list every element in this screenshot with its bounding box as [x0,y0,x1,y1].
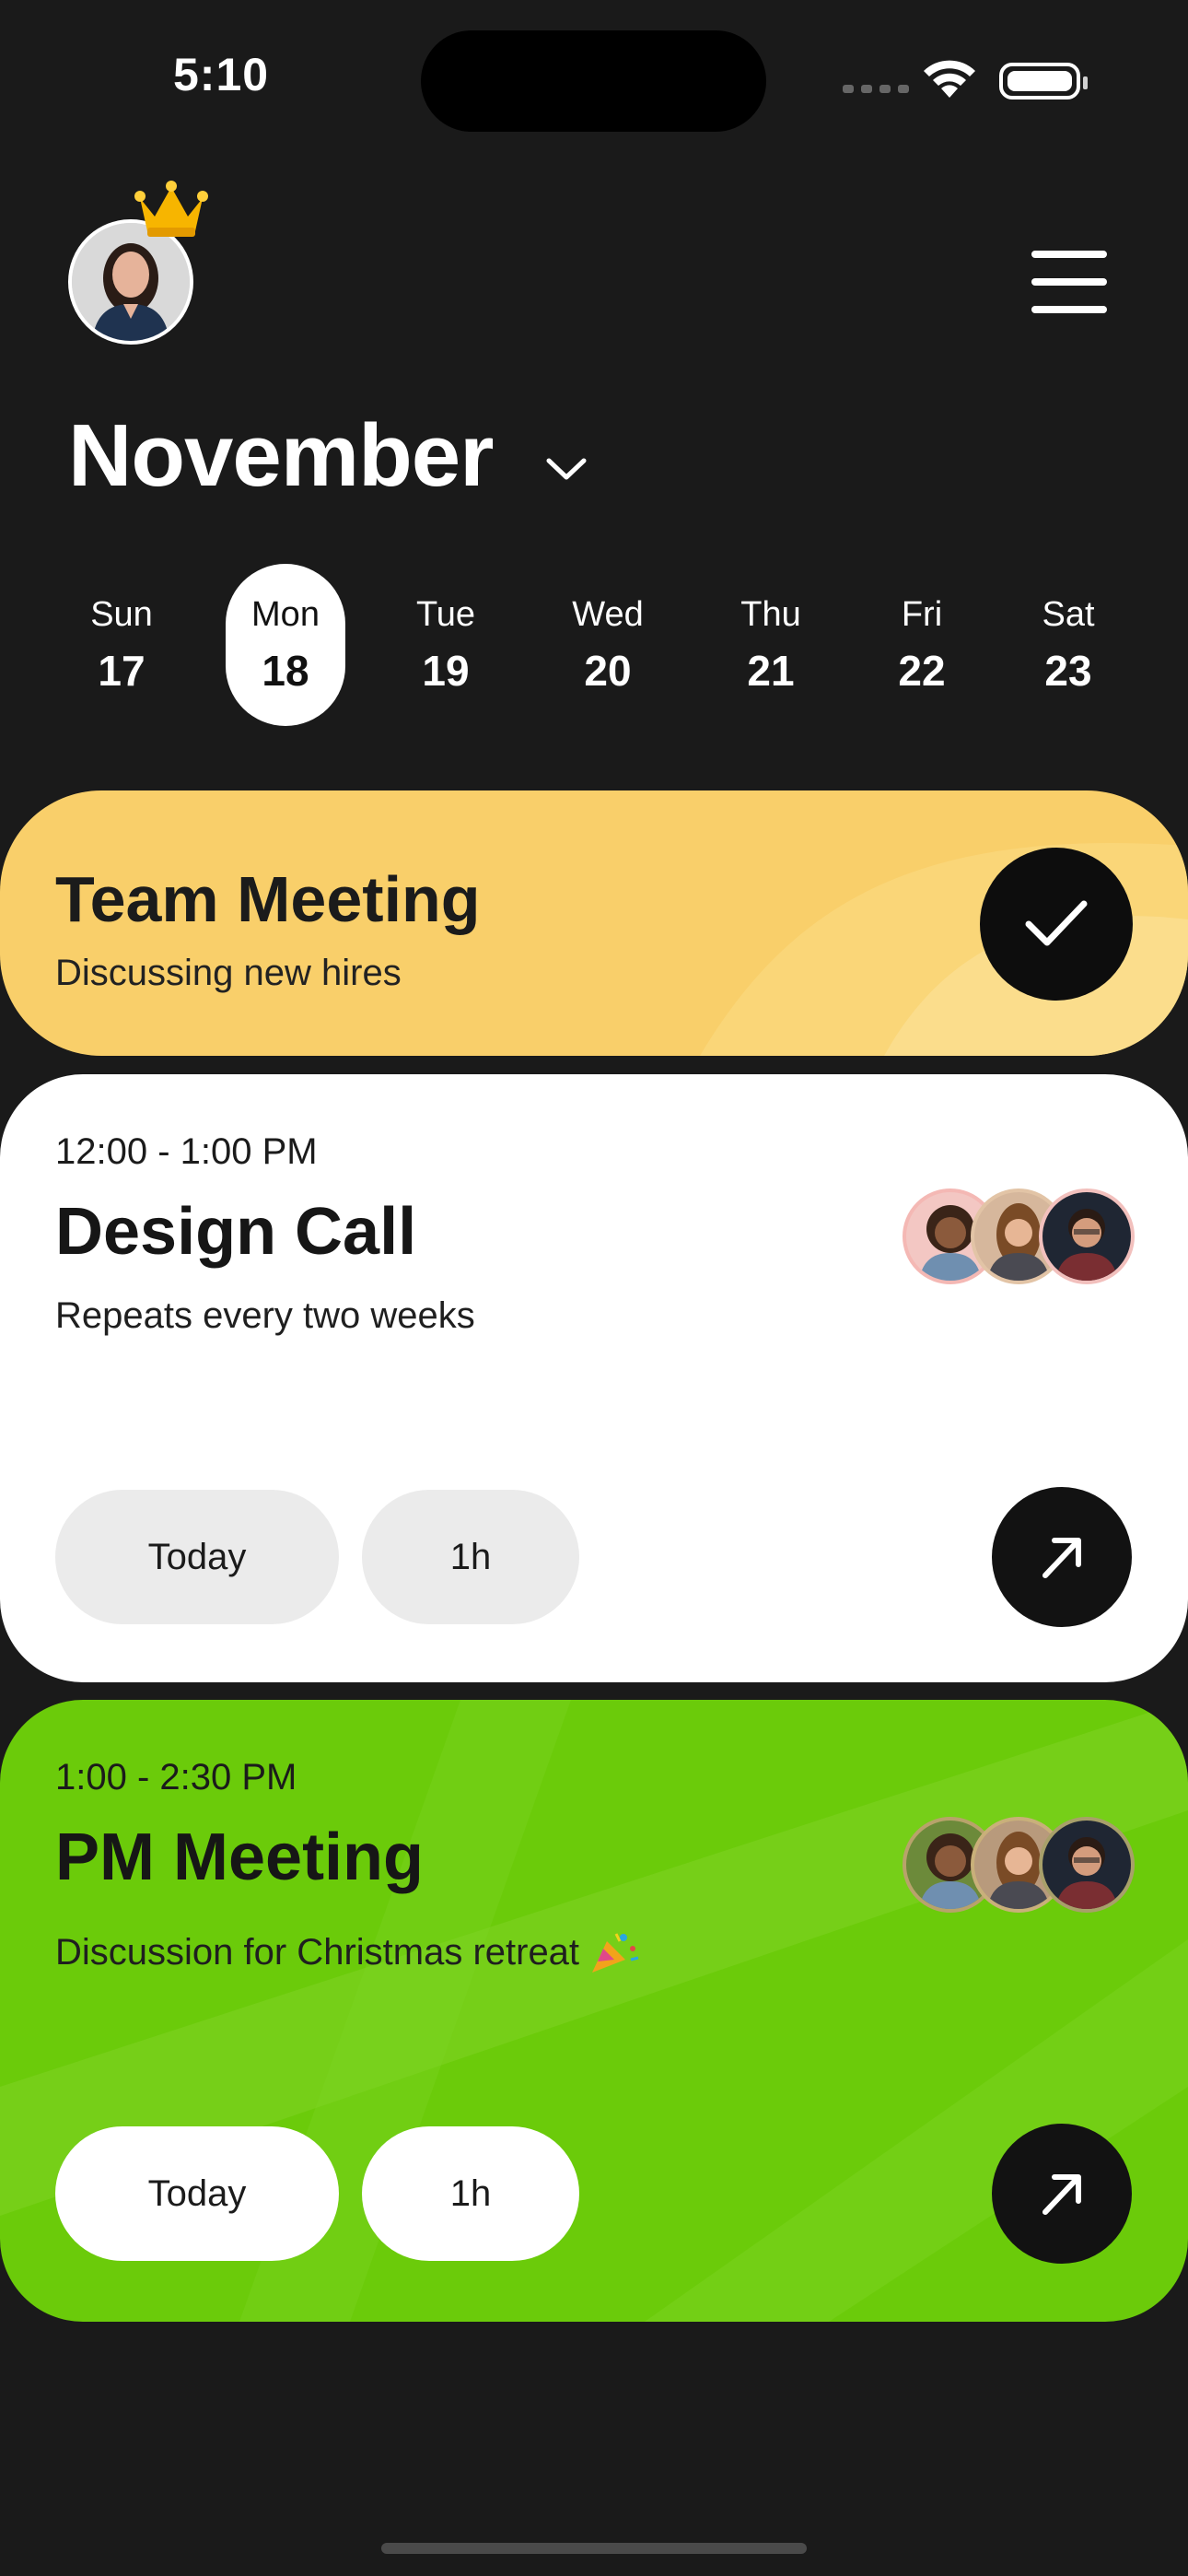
tag-day[interactable]: Today [55,1490,339,1624]
hamburger-menu-icon[interactable] [1031,251,1107,334]
day-name: Wed [572,595,644,634]
event-card-pm-meeting[interactable]: 1:00 - 2:30 PM PM Meeting Discussion for… [0,1700,1188,2322]
home-indicator[interactable] [381,2543,807,2554]
event-subtitle-row: Discussion for Christmas retreat [55,1928,640,1976]
dynamic-island [421,30,766,132]
crown-icon [134,181,208,237]
day-number: 21 [747,647,795,695]
event-card-team-meeting[interactable]: Team Meeting Discussing new hires [0,790,1188,1056]
event-time: 1:00 - 2:30 PM [55,1757,297,1797]
chevron-down-icon[interactable] [543,453,589,483]
arrow-up-right-icon [1042,1538,1081,1578]
status-time: 5:10 [173,49,270,100]
day-name: Sun [90,595,153,634]
attendee-avatar [1039,1188,1135,1284]
tag-duration[interactable]: 1h [362,1490,579,1624]
event-subtitle: Discussion for Christmas retreat [55,1931,580,1973]
event-subtitle: Repeats every two weeks [55,1295,475,1336]
open-event-button[interactable] [992,1487,1132,1627]
day-name: Thu [740,595,801,634]
event-title: Design Call [55,1195,417,1269]
complete-button[interactable] [980,848,1133,1001]
day-number: 23 [1044,647,1092,695]
day-number: 22 [898,647,946,695]
day-mon[interactable]: Mon 18 [226,564,345,726]
person-icon [72,223,190,341]
day-tue[interactable]: Tue 19 [386,564,506,726]
day-name: Fri [901,595,943,634]
day-sat[interactable]: Sat 23 [1008,564,1128,726]
attendee-avatars[interactable] [903,1188,1135,1284]
arrow-up-right-icon [1042,2174,1081,2215]
tag-day[interactable]: Today [55,2126,339,2261]
checkmark-icon [1025,900,1088,946]
day-number: 19 [422,647,470,695]
day-wed[interactable]: Wed 20 [548,564,668,726]
wifi-icon [924,60,975,98]
event-time: 12:00 - 1:00 PM [55,1131,318,1172]
tag-duration[interactable]: 1h [362,2126,579,2261]
event-subtitle: Discussing new hires [55,953,402,993]
party-popper-icon [592,1933,639,1973]
day-number: 17 [98,647,146,695]
day-number: 18 [262,647,309,695]
attendee-avatars[interactable] [903,1817,1135,1913]
day-number: 20 [584,647,632,695]
attendee-avatar [1039,1817,1135,1913]
month-title[interactable]: November [68,405,494,507]
day-thu[interactable]: Thu 21 [711,564,831,726]
day-fri[interactable]: Fri 22 [862,564,982,726]
day-name: Sat [1042,595,1095,634]
day-name: Tue [415,595,476,634]
event-title: Team Meeting [55,863,481,935]
event-title: PM Meeting [55,1821,425,1894]
day-name: Mon [251,595,320,634]
open-event-button[interactable] [992,2124,1132,2264]
cellular-signal-icon [843,85,909,93]
day-sun[interactable]: Sun 17 [62,564,181,726]
event-card-design-call[interactable]: 12:00 - 1:00 PM Design Call Repeats ever… [0,1074,1188,1682]
battery-icon [999,63,1088,100]
